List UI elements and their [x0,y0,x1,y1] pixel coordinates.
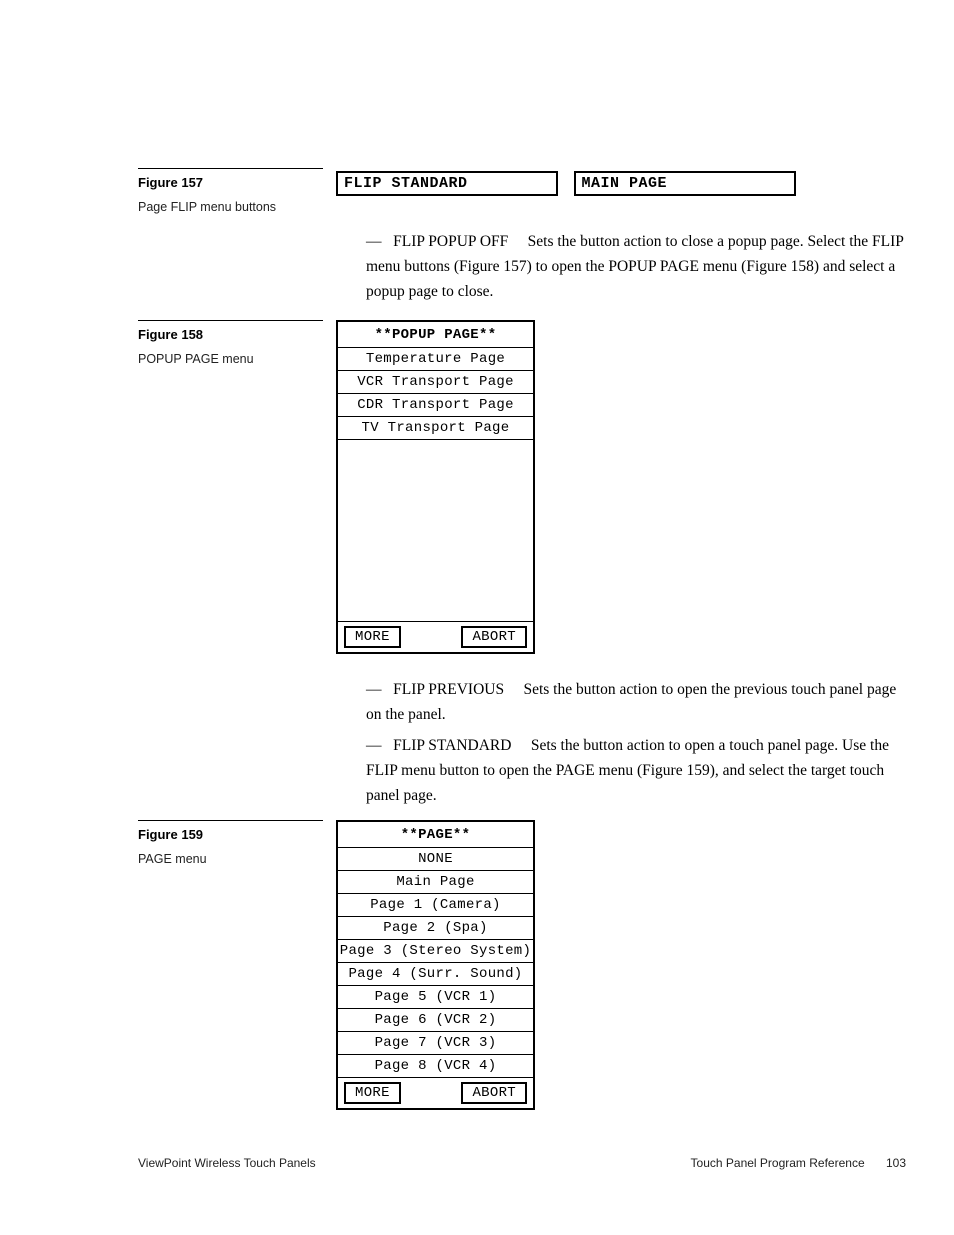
popup-menu-footer: MORE ABORT [338,621,533,652]
page: Figure 157 Page FLIP menu buttons FLIP S… [0,0,954,1235]
em-dash: — [366,737,393,754]
figure-157-title: Figure 157 [138,175,323,190]
flip-standard-paragraph: — FLIP STANDARD Sets the button action t… [366,734,906,808]
popup-page-menu-title: **POPUP PAGE** [338,322,533,348]
abort-button[interactable]: ABORT [461,626,527,648]
figure-158-caption: POPUP PAGE menu [138,352,323,366]
figure-159-rule [138,820,323,821]
figure-157-buttons: FLIP STANDARD MAIN PAGE [336,171,796,196]
main-page-button[interactable]: MAIN PAGE [574,171,796,196]
more-button[interactable]: MORE [344,1082,401,1104]
popup-menu-item[interactable]: VCR Transport Page [338,371,533,394]
popup-page-menu: **POPUP PAGE** Temperature Page VCR Tran… [336,320,535,654]
page-footer: ViewPoint Wireless Touch Panels Touch Pa… [138,1156,906,1170]
page-menu-item[interactable]: Page 5 (VCR 1) [338,986,533,1009]
figure-157-rule [138,168,323,169]
flip-popup-off-paragraph: — FLIP POPUP OFF Sets the button action … [366,230,906,304]
footer-section: Touch Panel Program Reference [691,1156,865,1170]
figure-158-rule [138,320,323,321]
flip-popup-off-lead: FLIP POPUP OFF [393,233,508,250]
page-menu-item[interactable]: Page 8 (VCR 4) [338,1055,533,1077]
flip-previous-paragraph: — FLIP PREVIOUS Sets the button action t… [366,678,906,728]
figure-158-title: Figure 158 [138,327,323,342]
page-menu-item[interactable]: Page 7 (VCR 3) [338,1032,533,1055]
page-menu-item[interactable]: Page 4 (Surr. Sound) [338,963,533,986]
page-menu-item[interactable]: Page 1 (Camera) [338,894,533,917]
flip-standard-lead: FLIP STANDARD [393,737,511,754]
em-dash: — [366,681,393,698]
page-menu: **PAGE** NONE Main Page Page 1 (Camera) … [336,820,535,1110]
popup-menu-item[interactable]: Temperature Page [338,348,533,371]
footer-left: ViewPoint Wireless Touch Panels [138,1156,316,1170]
figure-159-block: Figure 159 PAGE menu [138,820,323,866]
page-menu-item[interactable]: Main Page [338,871,533,894]
em-dash: — [366,233,393,250]
flip-previous-lead: FLIP PREVIOUS [393,681,504,698]
page-menu-item[interactable]: Page 6 (VCR 2) [338,1009,533,1032]
page-menu-item[interactable]: NONE [338,848,533,871]
abort-button[interactable]: ABORT [461,1082,527,1104]
figure-159-caption: PAGE menu [138,852,323,866]
figure-157-block: Figure 157 Page FLIP menu buttons [138,168,323,214]
footer-right: Touch Panel Program Reference 103 [691,1156,906,1170]
figure-159-title: Figure 159 [138,827,323,842]
page-menu-footer: MORE ABORT [338,1077,533,1108]
page-menu-item[interactable]: Page 3 (Stereo System) [338,940,533,963]
popup-menu-item[interactable]: CDR Transport Page [338,394,533,417]
figure-157-caption: Page FLIP menu buttons [138,200,323,214]
figure-158-block: Figure 158 POPUP PAGE menu [138,320,323,366]
popup-menu-item[interactable]: TV Transport Page [338,417,533,440]
page-menu-item[interactable]: Page 2 (Spa) [338,917,533,940]
page-number: 103 [886,1156,906,1170]
page-menu-title: **PAGE** [338,822,533,848]
more-button[interactable]: MORE [344,626,401,648]
flip-standard-button[interactable]: FLIP STANDARD [336,171,558,196]
